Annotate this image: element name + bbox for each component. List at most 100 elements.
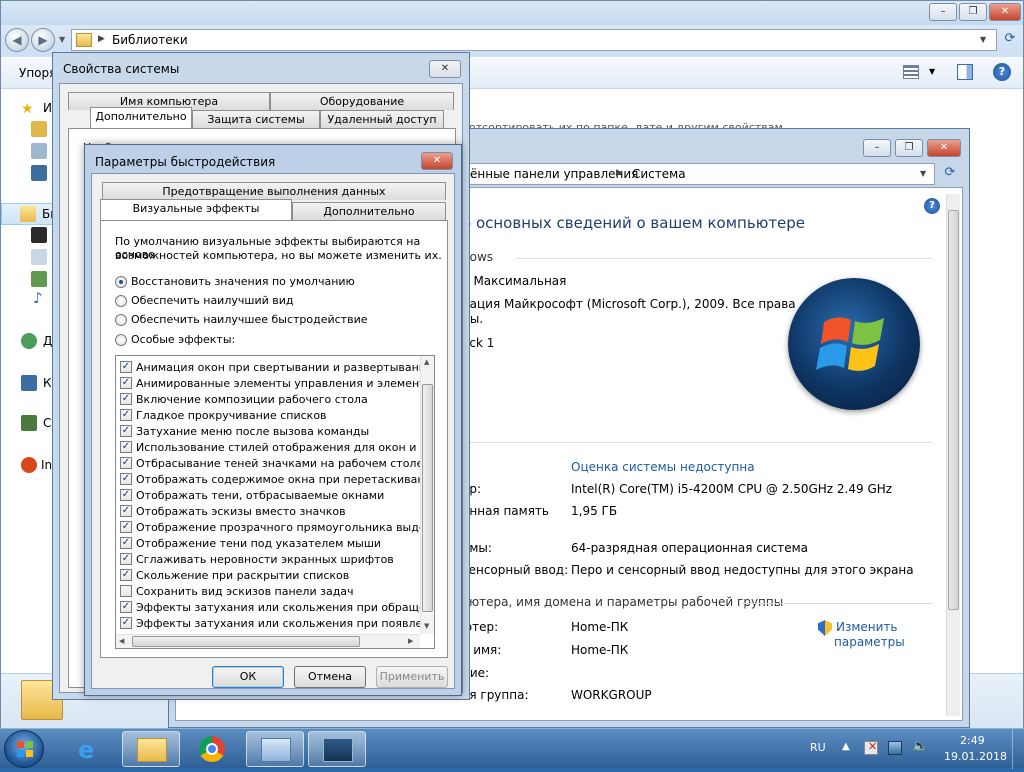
effect-item[interactable]: ✓ Включение композиции рабочего стола bbox=[116, 392, 420, 408]
explorer-titlebar[interactable]: – ❐ ✕ bbox=[1, 1, 1023, 25]
perf-close-button[interactable]: ✕ bbox=[421, 152, 453, 170]
effect-checkbox[interactable]: ✓ bbox=[120, 409, 132, 421]
scroll-up-icon[interactable]: ▲ bbox=[424, 358, 429, 366]
maximize-button[interactable]: ❐ bbox=[959, 3, 987, 21]
taskbar-explorer[interactable] bbox=[122, 731, 180, 767]
videos-icon[interactable] bbox=[31, 227, 47, 243]
taskbar-chrome[interactable] bbox=[184, 731, 242, 767]
effects-vertical-scrollbar[interactable]: ▲ ▼ bbox=[420, 356, 434, 634]
pictures-icon[interactable] bbox=[31, 271, 47, 287]
refresh-icon[interactable]: ⟳ bbox=[999, 29, 1021, 51]
effect-checkbox[interactable]: ✓ bbox=[120, 521, 132, 533]
effect-checkbox[interactable]: ✓ bbox=[120, 617, 132, 629]
clock-time[interactable]: 2:49 bbox=[960, 734, 985, 747]
effect-checkbox[interactable]: ✓ bbox=[120, 441, 132, 453]
effect-item[interactable]: ✓ Использование стилей отображения для ок… bbox=[116, 440, 420, 456]
homegroup-icon[interactable] bbox=[21, 333, 37, 349]
system-address-bar[interactable]: ённые панели управления ▶ Система ▼ bbox=[461, 163, 935, 185]
close-button[interactable]: ✕ bbox=[989, 3, 1021, 21]
scroll-down-icon[interactable]: ▼ bbox=[424, 622, 429, 630]
tray-expand-icon[interactable]: ▲ bbox=[842, 741, 850, 752]
effect-item[interactable]: ✓ Отображение тени под указателем мыши bbox=[116, 536, 420, 552]
change-settings-link-2[interactable]: параметры bbox=[834, 635, 905, 649]
radio-best-appearance[interactable] bbox=[115, 295, 127, 307]
effects-hscroll-thumb[interactable] bbox=[132, 636, 360, 647]
change-settings-link[interactable]: Изменить bbox=[836, 620, 898, 634]
recent-places-icon[interactable] bbox=[31, 165, 47, 181]
effect-item[interactable]: ✓ Отображать эскизы вместо значков bbox=[116, 504, 420, 520]
effect-checkbox[interactable]: ✓ bbox=[120, 489, 132, 501]
tab-system-protection[interactable]: Защита системы bbox=[192, 110, 320, 128]
minimize-button[interactable]: – bbox=[929, 3, 957, 21]
action-center-icon[interactable]: ✕ bbox=[864, 740, 878, 755]
apply-button[interactable]: Применить bbox=[376, 666, 448, 688]
show-desktop-button[interactable] bbox=[1012, 729, 1024, 769]
system-minimize-button[interactable]: – bbox=[863, 139, 891, 157]
ok-button[interactable]: ОК bbox=[212, 666, 284, 688]
effect-item[interactable]: ✓ Анимация окон при свертывании и разверт… bbox=[116, 360, 420, 376]
back-icon[interactable]: ◀ bbox=[5, 28, 29, 52]
nav-intel[interactable]: In bbox=[41, 458, 52, 472]
effect-checkbox[interactable]: ✓ bbox=[120, 377, 132, 389]
sysprops-close-button[interactable]: ✕ bbox=[429, 60, 461, 78]
nav-homegroup[interactable]: Д bbox=[43, 334, 52, 348]
effect-checkbox[interactable]: ✓ bbox=[120, 425, 132, 437]
desktop-icon[interactable] bbox=[31, 143, 47, 159]
help-icon[interactable]: ? bbox=[993, 63, 1011, 81]
effect-checkbox[interactable]: ✓ bbox=[120, 361, 132, 373]
documents-icon[interactable] bbox=[31, 249, 47, 265]
view-options-icon[interactable] bbox=[903, 65, 919, 79]
system-scroll-thumb[interactable] bbox=[948, 210, 959, 610]
effect-item[interactable]: ✓ Сглаживать неровности экранных шрифтов bbox=[116, 552, 420, 568]
language-indicator[interactable]: RU bbox=[810, 741, 826, 754]
effect-checkbox[interactable] bbox=[120, 585, 132, 597]
nav-network[interactable]: С bbox=[43, 416, 51, 430]
effect-checkbox[interactable]: ✓ bbox=[120, 505, 132, 517]
system-refresh-icon[interactable]: ⟳ bbox=[939, 163, 961, 185]
tab-hardware[interactable]: Оборудование bbox=[270, 92, 454, 110]
effect-checkbox[interactable]: ✓ bbox=[120, 553, 132, 565]
system-close-button[interactable]: ✕ bbox=[927, 139, 961, 157]
effect-item[interactable]: ✓ Отображение прозрачного прямоугольника … bbox=[116, 520, 420, 536]
system-address-dropdown-icon[interactable]: ▼ bbox=[920, 169, 926, 178]
effect-item[interactable]: ✓ Отбрасывание теней значками на рабочем … bbox=[116, 456, 420, 472]
computer-icon[interactable] bbox=[21, 375, 37, 391]
effects-horizontal-scrollbar[interactable]: ◀ ▶ bbox=[116, 634, 420, 648]
effect-item[interactable]: ✓ Скольжение при раскрытии списков bbox=[116, 568, 420, 584]
network-tray-icon[interactable] bbox=[888, 741, 902, 755]
cancel-button[interactable]: Отмена bbox=[294, 666, 366, 688]
tab-remote[interactable]: Удаленный доступ bbox=[320, 110, 444, 128]
radio-best-performance[interactable] bbox=[115, 314, 127, 326]
tab-advanced[interactable]: Дополнительно bbox=[90, 107, 192, 128]
tab-dep[interactable]: Предотвращение выполнения данных bbox=[102, 182, 446, 200]
effect-item[interactable]: ✓ Гладкое прокручивание списков bbox=[116, 408, 420, 424]
system-maximize-button[interactable]: ❐ bbox=[895, 139, 923, 157]
effect-checkbox[interactable]: ✓ bbox=[120, 457, 132, 469]
history-dropdown-icon[interactable]: ▼ bbox=[59, 35, 65, 44]
clock-date[interactable]: 19.01.2018 bbox=[944, 750, 1007, 763]
effect-item[interactable]: ✓ Эффекты затухания или скольжения при по… bbox=[116, 616, 420, 632]
rating-link[interactable]: Оценка системы недоступна bbox=[571, 460, 755, 474]
effect-item[interactable]: ✓ Отображать содержимое окна при перетаск… bbox=[116, 472, 420, 488]
effect-checkbox[interactable]: ✓ bbox=[120, 537, 132, 549]
network-icon[interactable] bbox=[21, 415, 37, 431]
volume-icon[interactable]: 🔈 bbox=[912, 739, 928, 754]
effect-item[interactable]: ✓ Затухание меню после вызова команды bbox=[116, 424, 420, 440]
effect-checkbox[interactable]: ✓ bbox=[120, 393, 132, 405]
nav-computer[interactable]: К bbox=[43, 376, 52, 390]
start-button[interactable] bbox=[4, 730, 44, 768]
tab-visual-effects[interactable]: Визуальные эффекты bbox=[100, 199, 292, 220]
music-icon[interactable]: ♪ bbox=[33, 289, 43, 307]
taskbar-control-panel[interactable] bbox=[246, 731, 304, 767]
effect-item[interactable]: Сохранить вид эскизов панели задач bbox=[116, 584, 420, 600]
effect-checkbox[interactable]: ✓ bbox=[120, 601, 132, 613]
effect-checkbox[interactable]: ✓ bbox=[120, 569, 132, 581]
forward-icon[interactable]: ▶ bbox=[31, 28, 55, 52]
downloads-icon[interactable] bbox=[31, 121, 47, 137]
scroll-left-icon[interactable]: ◀ bbox=[119, 637, 124, 645]
radio-default[interactable] bbox=[115, 276, 127, 288]
tab-perf-advanced[interactable]: Дополнительно bbox=[292, 202, 446, 220]
scroll-right-icon[interactable]: ▶ bbox=[408, 637, 413, 645]
address-dropdown-icon[interactable]: ▼ bbox=[980, 35, 986, 44]
system-help-icon[interactable]: ? bbox=[924, 198, 940, 214]
